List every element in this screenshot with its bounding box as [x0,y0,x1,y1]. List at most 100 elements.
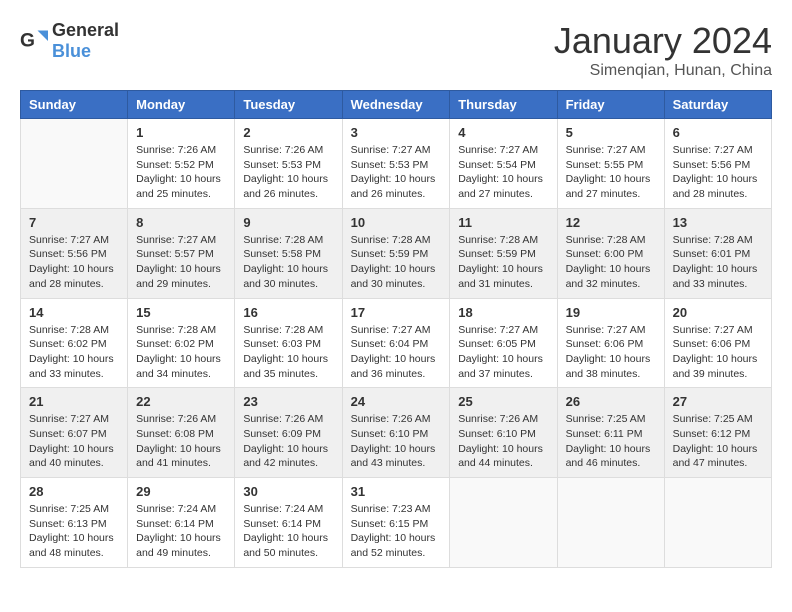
day-header-friday: Friday [557,91,664,119]
calendar-cell: 2 Sunrise: 7:26 AMSunset: 5:53 PMDaylight… [235,119,342,209]
calendar-cell [21,119,128,209]
calendar-cell: 29 Sunrise: 7:24 AMSunset: 6:14 PMDayligh… [128,478,235,568]
svg-text:G: G [20,30,35,51]
page-header: G General Blue January 2024 Simenqian, H… [20,20,772,80]
cell-info: Sunrise: 7:24 AMSunset: 6:14 PMDaylight:… [136,502,226,561]
calendar-week-row: 1Sunrise: 7:26 AMSunset: 5:52 PMDaylight… [21,119,772,209]
day-header-wednesday: Wednesday [342,91,450,119]
calendar-cell: 21Sunrise: 7:27 AMSunset: 6:07 PMDayligh… [21,388,128,478]
calendar-cell: 23Sunrise: 7:26 AMSunset: 6:09 PMDayligh… [235,388,342,478]
cell-info: Sunrise: 7:27 AMSunset: 6:05 PMDaylight:… [458,323,548,382]
cell-info: Sunrise: 7:25 AMSunset: 6:11 PMDaylight:… [566,412,656,471]
calendar-cell: 14 Sunrise: 7:28 AMSunset: 6:02 PMDayligh… [21,298,128,388]
cell-day-number: 24 [351,394,442,409]
cell-day-number: 8 [136,215,226,230]
cell-day-number: 6 [673,125,763,140]
cell-day-number: 12 [566,215,656,230]
cell-info: Sunrise: 7:27 AMSunset: 5:57 PMDaylight:… [136,233,226,292]
calendar-week-row: 14 Sunrise: 7:28 AMSunset: 6:02 PMDayligh… [21,298,772,388]
cell-day-number: 11 [458,215,548,230]
cell-day-number: 17 [351,305,442,320]
cell-info: Sunrise: 7:28 AMSunset: 5:59 PMDaylight:… [351,233,442,292]
cell-day-number: 26 [566,394,656,409]
calendar-cell: 17 Sunrise: 7:27 AMSunset: 6:04 PMDayligh… [342,298,450,388]
cell-day-number: 23 [243,394,333,409]
cell-info: Sunrise: 7:28 AMSunset: 6:00 PMDaylight:… [566,233,656,292]
calendar-cell: 19 Sunrise: 7:27 AMSunset: 6:06 PMDayligh… [557,298,664,388]
calendar-cell [450,478,557,568]
cell-info: Sunrise: 7:26 AMSunset: 6:08 PMDaylight:… [136,412,226,471]
cell-info: Sunrise: 7:27 AMSunset: 6:06 PMDaylight:… [673,323,763,382]
cell-info: Sunrise: 7:26 AMSunset: 6:10 PMDaylight:… [351,412,442,471]
calendar-cell: 3 Sunrise: 7:27 AMSunset: 5:53 PMDaylight… [342,119,450,209]
cell-day-number: 27 [673,394,763,409]
logo-blue: Blue [52,41,91,61]
day-header-sunday: Sunday [21,91,128,119]
calendar-cell: 13Sunrise: 7:28 AMSunset: 6:01 PMDayligh… [664,208,771,298]
calendar-cell: 11 Sunrise: 7:28 AMSunset: 5:59 PMDayligh… [450,208,557,298]
calendar-cell: 6Sunrise: 7:27 AMSunset: 5:56 PMDaylight… [664,119,771,209]
day-header-saturday: Saturday [664,91,771,119]
logo: G General Blue [20,20,119,62]
cell-info: Sunrise: 7:27 AMSunset: 5:55 PMDaylight:… [566,143,656,202]
calendar-cell: 8 Sunrise: 7:27 AMSunset: 5:57 PMDaylight… [128,208,235,298]
calendar-cell: 22 Sunrise: 7:26 AMSunset: 6:08 PMDayligh… [128,388,235,478]
calendar-table: SundayMondayTuesdayWednesdayThursdayFrid… [20,90,772,568]
cell-info: Sunrise: 7:25 AMSunset: 6:12 PMDaylight:… [673,412,763,471]
cell-day-number: 14 [29,305,119,320]
calendar-cell [664,478,771,568]
calendar-cell: 16 Sunrise: 7:28 AMSunset: 6:03 PMDayligh… [235,298,342,388]
cell-day-number: 25 [458,394,548,409]
calendar-cell: 26 Sunrise: 7:25 AMSunset: 6:11 PMDayligh… [557,388,664,478]
cell-day-number: 16 [243,305,333,320]
cell-day-number: 28 [29,484,119,499]
cell-info: Sunrise: 7:24 AMSunset: 6:14 PMDaylight:… [243,502,333,561]
cell-info: Sunrise: 7:27 AMSunset: 5:53 PMDaylight:… [351,143,442,202]
cell-info: Sunrise: 7:27 AMSunset: 5:56 PMDaylight:… [29,233,119,292]
day-header-monday: Monday [128,91,235,119]
calendar-subtitle: Simenqian, Hunan, China [554,62,772,80]
cell-day-number: 29 [136,484,226,499]
cell-info: Sunrise: 7:26 AMSunset: 5:53 PMDaylight:… [243,143,333,202]
cell-day-number: 19 [566,305,656,320]
cell-info: Sunrise: 7:26 AMSunset: 6:10 PMDaylight:… [458,412,548,471]
cell-info: Sunrise: 7:27 AMSunset: 6:06 PMDaylight:… [566,323,656,382]
calendar-cell: 9Sunrise: 7:28 AMSunset: 5:58 PMDaylight… [235,208,342,298]
calendar-cell: 31 Sunrise: 7:23 AMSunset: 6:15 PMDayligh… [342,478,450,568]
calendar-cell: 1Sunrise: 7:26 AMSunset: 5:52 PMDaylight… [128,119,235,209]
calendar-cell: 20Sunrise: 7:27 AMSunset: 6:06 PMDayligh… [664,298,771,388]
cell-day-number: 30 [243,484,333,499]
cell-day-number: 2 [243,125,333,140]
logo-general: General [52,20,119,40]
calendar-cell: 25 Sunrise: 7:26 AMSunset: 6:10 PMDayligh… [450,388,557,478]
cell-info: Sunrise: 7:26 AMSunset: 5:52 PMDaylight:… [136,143,226,202]
calendar-week-row: 7 Sunrise: 7:27 AMSunset: 5:56 PMDaylight… [21,208,772,298]
calendar-title: January 2024 [554,20,772,62]
cell-day-number: 15 [136,305,226,320]
calendar-cell: 30 Sunrise: 7:24 AMSunset: 6:14 PMDayligh… [235,478,342,568]
logo-icon: G [20,27,48,55]
cell-info: Sunrise: 7:28 AMSunset: 6:02 PMDaylight:… [29,323,119,382]
calendar-cell: 4Sunrise: 7:27 AMSunset: 5:54 PMDaylight… [450,119,557,209]
cell-info: Sunrise: 7:23 AMSunset: 6:15 PMDaylight:… [351,502,442,561]
cell-info: Sunrise: 7:28 AMSunset: 6:03 PMDaylight:… [243,323,333,382]
cell-day-number: 7 [29,215,119,230]
calendar-cell: 28Sunrise: 7:25 AMSunset: 6:13 PMDayligh… [21,478,128,568]
day-header-tuesday: Tuesday [235,91,342,119]
cell-day-number: 21 [29,394,119,409]
cell-info: Sunrise: 7:27 AMSunset: 6:04 PMDaylight:… [351,323,442,382]
calendar-week-row: 21Sunrise: 7:27 AMSunset: 6:07 PMDayligh… [21,388,772,478]
day-header-thursday: Thursday [450,91,557,119]
cell-info: Sunrise: 7:28 AMSunset: 6:01 PMDaylight:… [673,233,763,292]
calendar-cell: 12 Sunrise: 7:28 AMSunset: 6:00 PMDayligh… [557,208,664,298]
calendar-cell: 24 Sunrise: 7:26 AMSunset: 6:10 PMDayligh… [342,388,450,478]
title-block: January 2024 Simenqian, Hunan, China [554,20,772,80]
cell-info: Sunrise: 7:28 AMSunset: 5:58 PMDaylight:… [243,233,333,292]
calendar-cell: 27 Sunrise: 7:25 AMSunset: 6:12 PMDayligh… [664,388,771,478]
cell-day-number: 31 [351,484,442,499]
calendar-header-row: SundayMondayTuesdayWednesdayThursdayFrid… [21,91,772,119]
cell-info: Sunrise: 7:28 AMSunset: 5:59 PMDaylight:… [458,233,548,292]
cell-day-number: 22 [136,394,226,409]
cell-day-number: 3 [351,125,442,140]
cell-day-number: 4 [458,125,548,140]
